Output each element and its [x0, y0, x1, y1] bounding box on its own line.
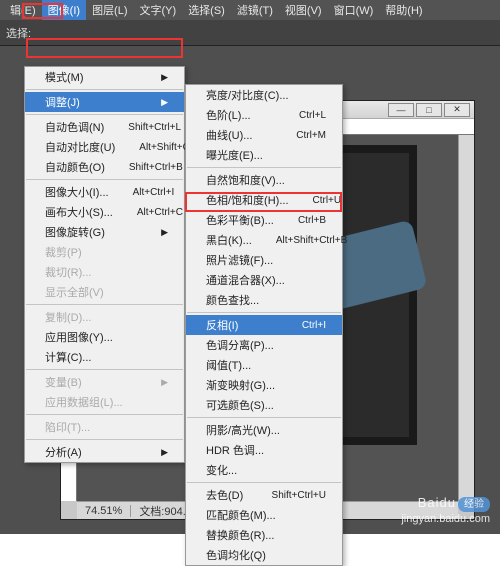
menu-item: 裁剪(P)	[25, 242, 184, 262]
menu-item: 复制(D)...	[25, 307, 184, 327]
menu-item[interactable]: 图像大小(I)...Alt+Ctrl+I	[25, 182, 184, 202]
menu-item[interactable]: 模式(M)▶	[25, 67, 184, 87]
menu-item[interactable]: 计算(C)...	[25, 347, 184, 367]
menu-item: 应用数据组(L)...	[25, 392, 184, 412]
menu-item[interactable]: 可选颜色(S)...	[186, 395, 342, 415]
menu-item: 裁切(R)...	[25, 262, 184, 282]
menu-item: 陷印(T)...	[25, 417, 184, 437]
menu-0[interactable]: 辑(E)	[4, 0, 42, 20]
close-button[interactable]: ✕	[444, 103, 470, 117]
menu-2[interactable]: 图层(L)	[86, 0, 133, 20]
menu-item[interactable]: HDR 色调...	[186, 440, 342, 460]
minimize-button[interactable]: —	[388, 103, 414, 117]
menu-item[interactable]: 自动色调(N)Shift+Ctrl+L	[25, 117, 184, 137]
menu-item[interactable]: 阈值(T)...	[186, 355, 342, 375]
menu-item[interactable]: 阴影/高光(W)...	[186, 420, 342, 440]
menu-item[interactable]: 自动颜色(O)Shift+Ctrl+B	[25, 157, 184, 177]
menu-item[interactable]: 变化...	[186, 460, 342, 480]
menu-item[interactable]: 调整(J)▶	[25, 92, 184, 112]
watermark: Baidu经验 jingyan.baidu.com	[401, 495, 490, 526]
menu-5[interactable]: 滤镜(T)	[231, 0, 279, 20]
menu-item[interactable]: 色调均化(Q)	[186, 545, 342, 565]
adjustments-submenu[interactable]: 亮度/对比度(C)...色阶(L)...Ctrl+L曲线(U)...Ctrl+M…	[185, 84, 343, 566]
menu-item[interactable]: 自动对比度(U)Alt+Shift+Ctrl+L	[25, 137, 184, 157]
vertical-scrollbar[interactable]	[458, 135, 474, 501]
menu-item[interactable]: 分析(A)▶	[25, 442, 184, 462]
menu-item[interactable]: 颜色查找...	[186, 290, 342, 310]
menu-6[interactable]: 视图(V)	[279, 0, 328, 20]
options-bar: 选择:	[0, 20, 500, 46]
menu-item[interactable]: 渐变映射(G)...	[186, 375, 342, 395]
menu-item[interactable]: 图像旋转(G)▶	[25, 222, 184, 242]
menu-item[interactable]: 应用图像(Y)...	[25, 327, 184, 347]
menu-item[interactable]: 照片滤镜(F)...	[186, 250, 342, 270]
maximize-button[interactable]: □	[416, 103, 442, 117]
menu-item[interactable]: 匹配颜色(M)...	[186, 505, 342, 525]
menu-item[interactable]: 曲线(U)...Ctrl+M	[186, 125, 342, 145]
menu-item: 显示全部(V)	[25, 282, 184, 302]
menu-1[interactable]: 图像(I)	[42, 0, 86, 20]
menu-item[interactable]: 替换颜色(R)...	[186, 525, 342, 545]
menu-item[interactable]: 反相(I)Ctrl+I	[186, 315, 342, 335]
menu-item[interactable]: 通道混合器(X)...	[186, 270, 342, 290]
menu-3[interactable]: 文字(Y)	[134, 0, 183, 20]
menu-7[interactable]: 窗口(W)	[328, 0, 380, 20]
menu-item[interactable]: 亮度/对比度(C)...	[186, 85, 342, 105]
menu-item[interactable]: 色彩平衡(B)...Ctrl+B	[186, 210, 342, 230]
menu-item[interactable]: 自然饱和度(V)...	[186, 170, 342, 190]
menu-8[interactable]: 帮助(H)	[379, 0, 428, 20]
zoom-level[interactable]: 74.51%	[77, 505, 131, 517]
menu-item[interactable]: 黑白(K)...Alt+Shift+Ctrl+B	[186, 230, 342, 250]
menu-item[interactable]: 去色(D)Shift+Ctrl+U	[186, 485, 342, 505]
selection-label: 选择:	[6, 25, 31, 41]
menu-item[interactable]: 色相/饱和度(H)...Ctrl+U	[186, 190, 342, 210]
menu-item[interactable]: 画布大小(S)...Alt+Ctrl+C	[25, 202, 184, 222]
image-menu[interactable]: 模式(M)▶ 调整(J)▶ 自动色调(N)Shift+Ctrl+L自动对比度(U)A…	[24, 66, 185, 463]
menu-item[interactable]: 曝光度(E)...	[186, 145, 342, 165]
menu-item[interactable]: 色阶(L)...Ctrl+L	[186, 105, 342, 125]
menu-item: 变量(B)▶	[25, 372, 184, 392]
menubar: 辑(E)图像(I)图层(L)文字(Y)选择(S)滤镜(T)视图(V)窗口(W)帮…	[0, 0, 500, 20]
menu-4[interactable]: 选择(S)	[182, 0, 231, 20]
menu-item[interactable]: 色调分离(P)...	[186, 335, 342, 355]
workspace: — □ ✕ 04812162024 74.51% 文档:904.5K/2.06M…	[0, 46, 500, 534]
